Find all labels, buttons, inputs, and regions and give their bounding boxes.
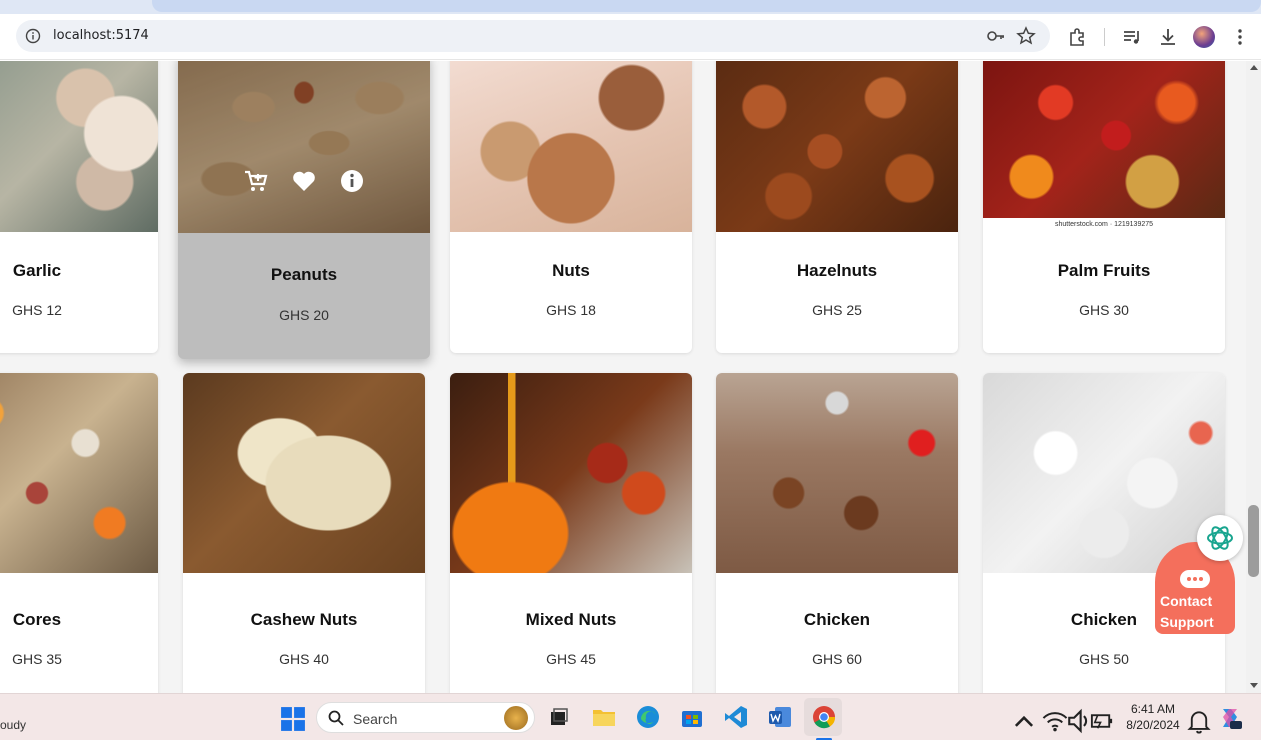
product-card-cores[interactable]: Cores GHS 35 (0, 373, 158, 693)
weather-text[interactable]: oudy (0, 718, 26, 732)
download-icon[interactable] (1157, 26, 1179, 48)
search-highlight-icon (504, 706, 528, 730)
product-card-nuts[interactable]: Nuts GHS 18 (450, 61, 692, 353)
product-name: Cashew Nuts (250, 610, 358, 629)
product-name: Cores (12, 610, 62, 629)
product-price: GHS 12 (12, 302, 62, 318)
heart-icon[interactable] (291, 168, 317, 194)
word-icon[interactable] (767, 704, 793, 730)
product-card-garlic[interactable]: Garlic GHS 12 (0, 61, 158, 353)
clock-date[interactable]: 8/20/2024 (1118, 718, 1188, 732)
bookmark-star-icon[interactable] (1016, 26, 1036, 46)
product-image[interactable] (716, 61, 958, 232)
contact-support-label: Contact Support (1160, 593, 1214, 630)
product-price: GHS 20 (279, 307, 329, 323)
search-label: Search (353, 711, 398, 727)
scroll-down-arrow-icon[interactable] (1250, 683, 1258, 688)
product-card-hazelnuts[interactable]: Hazelnuts GHS 25 (716, 61, 958, 353)
product-price: GHS 30 (1079, 302, 1129, 318)
product-name: Chicken (803, 610, 871, 629)
site-info-icon[interactable] (25, 28, 41, 44)
info-icon[interactable] (339, 168, 365, 194)
profile-avatar[interactable] (1193, 26, 1215, 48)
product-image[interactable] (983, 61, 1225, 218)
product-price: GHS 35 (12, 651, 62, 667)
notification-bell-icon[interactable] (1186, 708, 1212, 734)
ai-assistant-icon (1207, 526, 1233, 550)
product-name: Nuts (552, 261, 590, 280)
cart-add-icon[interactable] (243, 168, 269, 194)
product-image[interactable] (0, 373, 158, 573)
product-price: GHS 45 (546, 651, 596, 667)
taskbar-search[interactable]: Search (316, 702, 535, 733)
ai-chat-button[interactable] (1197, 515, 1243, 561)
chat-bubble-icon (1180, 570, 1210, 588)
product-price: GHS 60 (812, 651, 862, 667)
chrome-icon[interactable] (811, 704, 837, 730)
scroll-thumb[interactable] (1248, 505, 1259, 577)
product-image[interactable] (450, 373, 692, 573)
key-icon[interactable] (986, 27, 1006, 45)
product-card-chicken[interactable]: Chicken GHS 60 (716, 373, 958, 693)
page-scrollbar[interactable] (1246, 61, 1261, 693)
card-action-bar (178, 168, 430, 194)
product-price: GHS 50 (1079, 651, 1129, 667)
product-name: Palm Fruits (1057, 261, 1151, 280)
vscode-icon[interactable] (723, 704, 749, 730)
show-hidden-icons-chevron-icon[interactable] (1011, 708, 1037, 734)
product-image[interactable] (183, 373, 425, 573)
file-explorer-icon[interactable] (591, 704, 617, 730)
windows-start-icon[interactable] (280, 706, 306, 732)
browser-toolbar: localhost:5174 (0, 14, 1261, 60)
toolbar-divider (1104, 28, 1105, 46)
product-price: GHS 18 (546, 302, 596, 318)
product-card-chicken-2[interactable]: Chicken GHS 50 (983, 373, 1225, 693)
image-watermark: shutterstock.com · 1219139275 (1054, 221, 1154, 228)
microsoft-store-icon[interactable] (679, 704, 705, 730)
windows-taskbar: oudy Search 6:41 AM 8/20/2024 (0, 693, 1261, 740)
copilot-icon[interactable] (1217, 705, 1243, 731)
product-price: GHS 40 (279, 651, 329, 667)
product-price: GHS 25 (812, 302, 862, 318)
product-name: Peanuts (270, 265, 338, 284)
product-image[interactable] (716, 373, 958, 573)
clock-time[interactable]: 6:41 AM (1118, 702, 1188, 716)
battery-icon[interactable] (1089, 708, 1115, 734)
scroll-up-arrow-icon[interactable] (1250, 65, 1258, 70)
address-bar[interactable]: localhost:5174 (16, 20, 1050, 52)
product-image[interactable] (450, 61, 692, 232)
search-icon (328, 710, 344, 726)
active-tab[interactable] (152, 0, 1261, 12)
tab-strip (0, 0, 1261, 14)
product-image[interactable] (0, 61, 158, 232)
task-view-icon[interactable] (546, 704, 572, 730)
product-card-mixed-nuts[interactable]: Mixed Nuts GHS 45 (450, 373, 692, 693)
extensions-icon[interactable] (1067, 26, 1089, 48)
product-name: Mixed Nuts (525, 610, 617, 629)
wifi-icon[interactable] (1042, 708, 1068, 734)
edge-browser-icon[interactable] (635, 704, 661, 730)
product-grid: Garlic GHS 12 Peanuts GHS 20 Nuts GHS 18… (0, 61, 1246, 693)
media-control-icon[interactable] (1121, 26, 1143, 48)
product-card-palm-fruits[interactable]: shutterstock.com · 1219139275 Palm Fruit… (983, 61, 1225, 353)
product-card-peanuts[interactable]: Peanuts GHS 20 (178, 61, 430, 359)
product-card-cashew-nuts[interactable]: Cashew Nuts GHS 40 (183, 373, 425, 693)
product-name: Garlic (12, 261, 62, 280)
url-text[interactable]: localhost:5174 (53, 28, 149, 43)
menu-dots-icon[interactable] (1229, 26, 1251, 48)
product-image[interactable] (178, 61, 430, 233)
product-name: Hazelnuts (796, 261, 878, 280)
